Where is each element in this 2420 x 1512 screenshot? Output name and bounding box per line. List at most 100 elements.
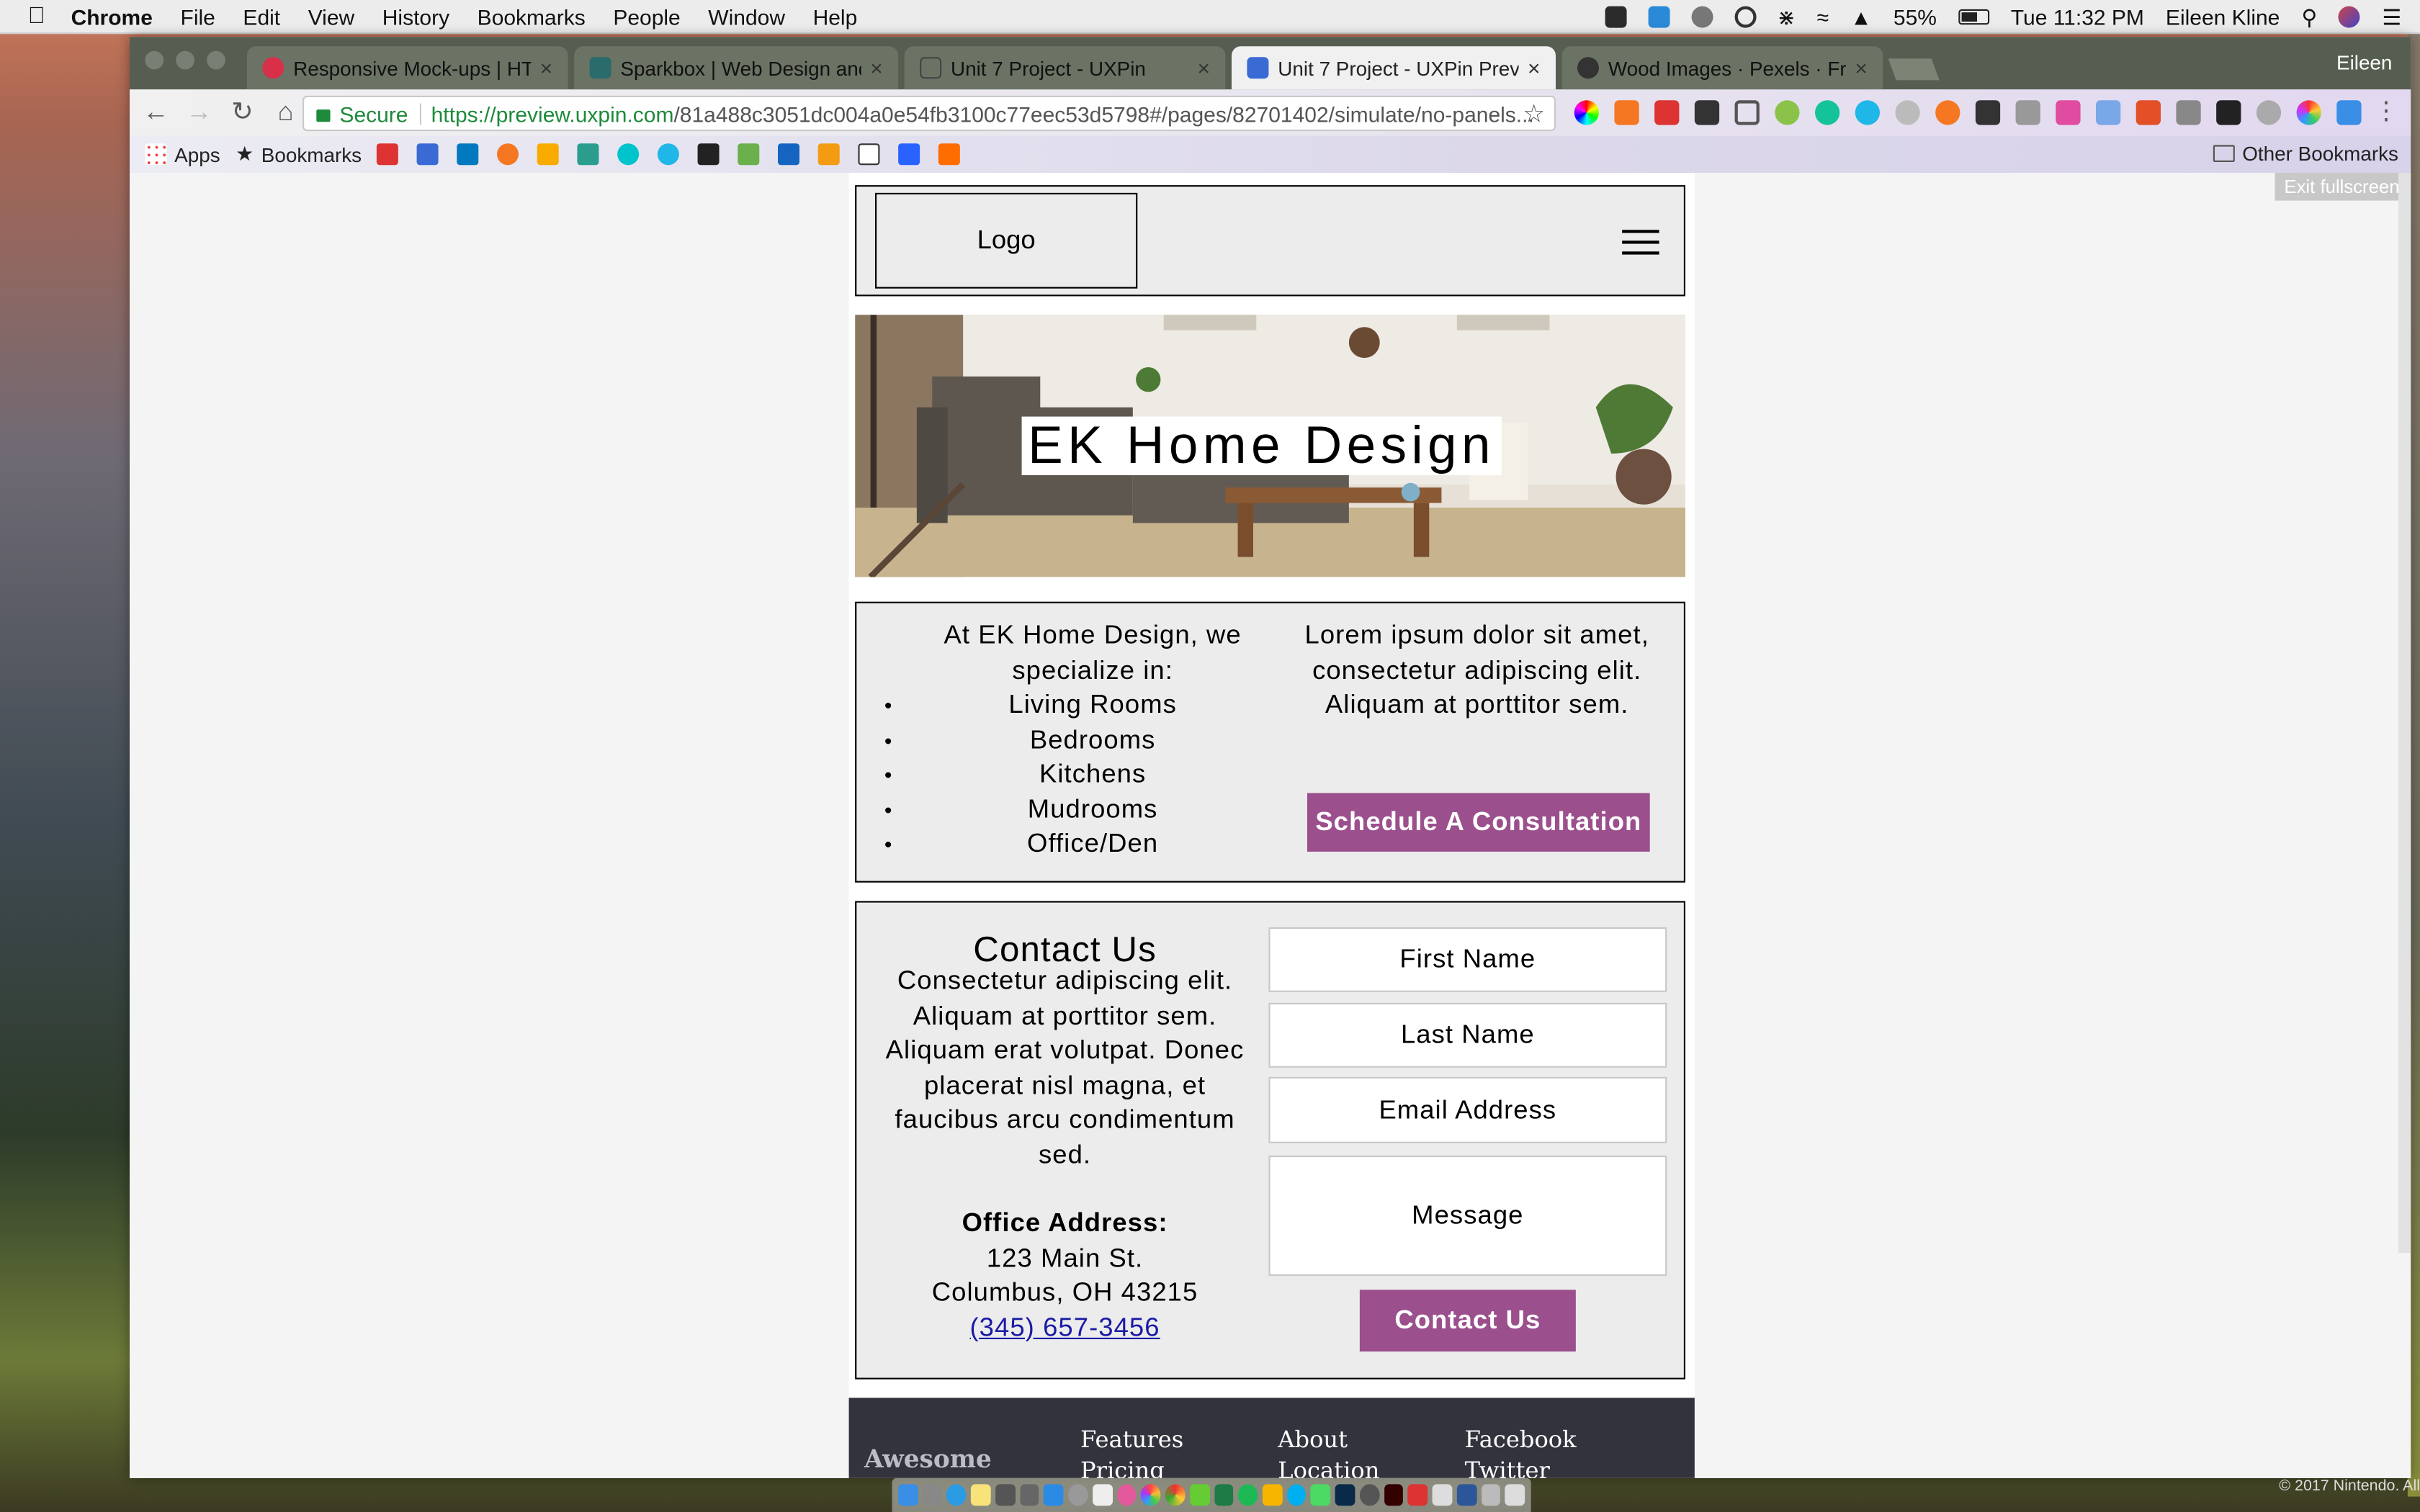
illustrator-icon[interactable] — [1384, 1484, 1404, 1506]
whatfont-extension-icon[interactable] — [1694, 100, 1720, 125]
grammarly-extension-icon[interactable] — [1815, 100, 1840, 125]
asterisk-icon[interactable] — [938, 143, 961, 166]
css-extension-icon[interactable] — [2015, 100, 2040, 125]
messages-icon[interactable] — [1311, 1484, 1331, 1506]
home-icon[interactable]: ⌂ — [269, 97, 302, 128]
android-extension-icon[interactable] — [1775, 100, 1800, 125]
hubspot-icon[interactable] — [497, 143, 519, 166]
menu-file[interactable]: File — [181, 4, 215, 28]
menu-history[interactable]: History — [382, 4, 449, 28]
trello-icon[interactable] — [457, 143, 479, 166]
notification-center-icon[interactable]: ☰ — [2382, 4, 2401, 30]
skype-dock-icon[interactable] — [1286, 1484, 1307, 1506]
new-tab-button[interactable] — [1888, 58, 1940, 81]
color-picker-extension-icon[interactable] — [1574, 100, 1599, 125]
tab-close-icon[interactable]: × — [1855, 55, 1868, 80]
page-scrollbar[interactable] — [2398, 173, 2411, 1253]
notes-icon[interactable] — [971, 1484, 991, 1506]
message-field[interactable]: Message — [1268, 1156, 1667, 1277]
last-name-field[interactable]: Last Name — [1268, 1002, 1667, 1068]
reload-icon[interactable]: ↻ — [225, 97, 259, 128]
q-icon[interactable] — [818, 143, 841, 166]
finder-icon[interactable] — [898, 1484, 918, 1506]
camera-icon[interactable] — [1019, 1484, 1040, 1506]
m-extension-icon[interactable] — [2056, 100, 2081, 125]
calendar-icon[interactable] — [1092, 1484, 1113, 1506]
spotify-icon[interactable] — [1238, 1484, 1258, 1506]
window-close-button[interactable] — [145, 50, 164, 70]
back-icon[interactable]: ← — [139, 97, 173, 128]
safari-icon[interactable] — [946, 1484, 967, 1506]
site-logo[interactable]: Logo — [875, 192, 1138, 289]
time-machine-icon[interactable] — [1734, 6, 1756, 28]
tab-unit7-uxpin[interactable]: Unit 7 Project - UXPin × — [904, 46, 1226, 90]
menu-app-name[interactable]: Chrome — [71, 4, 153, 28]
tab-unit7-uxpin-preview[interactable]: Unit 7 Project - UXPin Preview × — [1232, 46, 1556, 90]
gear-extension-icon[interactable] — [1895, 100, 1920, 125]
itunes-icon[interactable] — [1116, 1484, 1137, 1506]
tab-close-icon[interactable]: × — [1197, 55, 1210, 80]
preview-icon[interactable] — [1432, 1484, 1453, 1506]
todo-extension-icon[interactable] — [2216, 100, 2241, 125]
menu-help[interactable]: Help — [813, 4, 858, 28]
s-extension-icon[interactable] — [2336, 100, 2362, 125]
tab-sparkbox[interactable]: Sparkbox | Web Design and De... × — [574, 46, 899, 90]
sketch-icon[interactable] — [1262, 1484, 1283, 1506]
chrome-menu-icon[interactable]: ⋮ — [2374, 96, 2398, 127]
app-store-icon[interactable] — [1044, 1484, 1064, 1506]
email-field[interactable]: Email Address — [1268, 1076, 1667, 1143]
system-preferences-icon[interactable] — [1068, 1484, 1088, 1506]
footer-link-location[interactable]: Location — [1278, 1457, 1379, 1478]
menu-people[interactable]: People — [613, 4, 680, 28]
clock[interactable]: Tue 11:32 PM — [2011, 4, 2144, 29]
footer-brand[interactable]: Awesome — [864, 1444, 992, 1474]
bluetooth-icon[interactable]: ⋇ — [1778, 4, 1796, 30]
h-icon[interactable] — [859, 143, 881, 166]
tab-close-icon[interactable]: × — [540, 55, 553, 80]
acrobat-icon[interactable] — [1408, 1484, 1428, 1506]
tab-close-icon[interactable]: × — [870, 55, 883, 80]
menu-window[interactable]: Window — [708, 4, 785, 28]
schedule-consultation-button[interactable]: Schedule A Consultation — [1307, 793, 1650, 852]
html5-extension-icon[interactable] — [2136, 100, 2161, 125]
maps-icon[interactable] — [1189, 1484, 1210, 1506]
first-name-field[interactable]: First Name — [1268, 927, 1667, 992]
photoshop-icon[interactable] — [1335, 1484, 1355, 1506]
image-icon[interactable] — [738, 143, 760, 166]
hamburger-menu-icon[interactable] — [1622, 230, 1659, 255]
footer-link-facebook[interactable]: Facebook — [1465, 1426, 1577, 1454]
window-minimize-button[interactable] — [176, 50, 194, 70]
contact-us-button[interactable]: Contact Us — [1359, 1290, 1576, 1352]
exit-fullscreen-button[interactable]: Exit fullscreen — [2275, 173, 2411, 201]
footer-link-pricing[interactable]: Pricing — [1080, 1457, 1165, 1478]
address-bar[interactable]: Secure https://preview.uxpin.com /81a488… — [302, 95, 1556, 132]
menu-view[interactable]: View — [308, 4, 354, 28]
profile-name[interactable]: Eileen — [2336, 51, 2392, 74]
tab-responsive-mockups[interactable]: Responsive Mock-ups | HTML... × — [246, 46, 568, 90]
codepen-icon[interactable] — [698, 143, 720, 166]
footer-link-twitter[interactable]: Twitter — [1465, 1457, 1550, 1478]
gmail-icon[interactable] — [377, 143, 399, 166]
other-bookmarks[interactable]: Other Bookmarks — [2213, 142, 2398, 165]
phone-link[interactable]: (345) 657-3456 — [882, 1310, 1249, 1345]
hubspot-sprocket-icon[interactable] — [1935, 100, 1960, 125]
github-icon[interactable] — [1359, 1484, 1380, 1506]
launchpad-icon[interactable] — [922, 1484, 943, 1506]
apple-icon[interactable]:  — [28, 4, 50, 27]
trash-icon[interactable] — [1505, 1484, 1525, 1506]
word-icon[interactable] — [1456, 1484, 1476, 1506]
excel-icon[interactable] — [1214, 1484, 1234, 1506]
photo-booth-icon[interactable] — [995, 1484, 1016, 1506]
hubspot-extension-icon[interactable] — [1614, 100, 1639, 125]
tab-wood-images-pexels[interactable]: Wood Images · Pexels · Free St... × — [1561, 46, 1883, 90]
volume-icon[interactable]: ▲ — [1850, 4, 1872, 29]
spotlight-search-icon[interactable]: ⚲ — [2301, 4, 2317, 30]
footer-link-about[interactable]: About — [1278, 1426, 1348, 1454]
calendar-extension-icon[interactable] — [1654, 100, 1680, 125]
menu-edit[interactable]: Edit — [243, 4, 280, 28]
dropbox-icon[interactable] — [1604, 6, 1626, 28]
code-extension-icon[interactable] — [2176, 100, 2201, 125]
analytics-icon[interactable] — [537, 143, 560, 166]
bookmark-extension-icon[interactable] — [2096, 100, 2121, 125]
loop-icon[interactable] — [658, 143, 680, 166]
